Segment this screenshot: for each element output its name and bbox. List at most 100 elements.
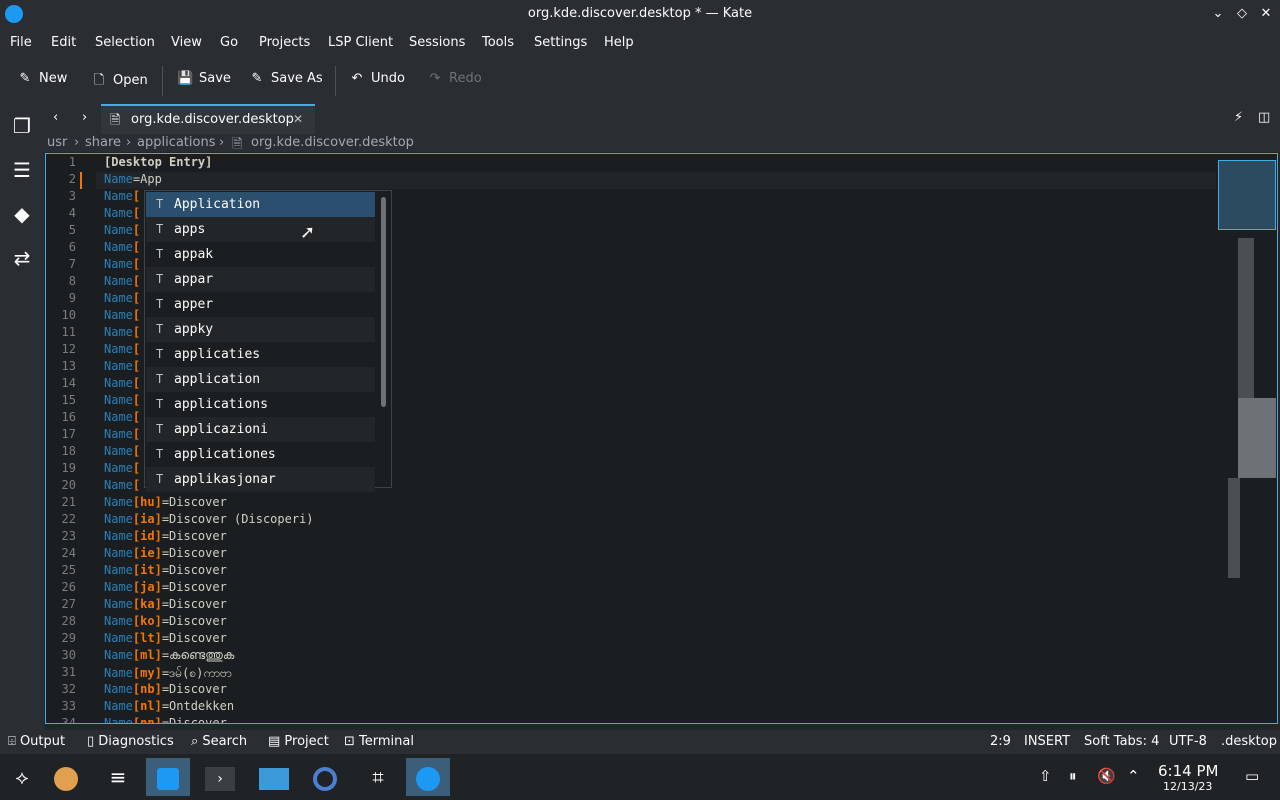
completion-item[interactable]: Tapplikasjonar xyxy=(146,467,375,492)
completion-item[interactable]: Tappky xyxy=(146,317,375,342)
menu-selection[interactable]: Selection xyxy=(95,35,155,50)
minimap-viewport[interactable] xyxy=(1218,160,1276,230)
quick-open-icon[interactable]: ⚡ xyxy=(1234,110,1243,125)
code-line[interactable]: Name[id]=Discover xyxy=(104,529,227,543)
code-line[interactable]: Name[ xyxy=(104,461,140,475)
code-line[interactable]: Name[ka]=Discover xyxy=(104,597,227,611)
maximize-icon[interactable]: ◇ xyxy=(1233,5,1251,23)
completion-item[interactable]: T Application xyxy=(146,192,375,217)
completion-item[interactable]: Tapper xyxy=(146,292,375,317)
completion-popup[interactable]: T Application Tapps Tappak Tappar Tapper Tappk… xyxy=(144,190,392,492)
undo-button[interactable]: ↶ Undo xyxy=(349,71,405,91)
completion-scrollbar[interactable] xyxy=(381,197,386,407)
konsole-icon[interactable]: › xyxy=(198,758,242,796)
menu-view[interactable]: View xyxy=(171,35,202,50)
application-launcher-icon[interactable]: ⟡ xyxy=(0,758,44,796)
close-icon[interactable]: ✕ xyxy=(1257,5,1275,23)
code-line[interactable]: Name[ja]=Discover xyxy=(104,580,227,594)
clock-date[interactable]: 12/13/23 xyxy=(1163,780,1212,793)
code-line[interactable]: Name[nl]=Ontdekken xyxy=(104,699,234,713)
show-desktop-icon[interactable]: ▭ xyxy=(1245,767,1259,785)
symbols-icon[interactable]: ⇄ xyxy=(10,246,34,270)
completion-item[interactable]: Tapplicationes xyxy=(146,442,375,467)
code-line[interactable]: Name[hu]=Discover xyxy=(104,495,227,509)
open-button[interactable]: 🗋 Open xyxy=(91,71,148,91)
completion-item[interactable]: Tappak xyxy=(146,242,375,267)
input-mode[interactable]: INSERT xyxy=(1024,734,1070,749)
code-line[interactable]: Name[my]=ဒမ်(စ)ကာဗာ xyxy=(104,665,232,683)
code-line[interactable]: Name[nb]=Discover xyxy=(104,682,227,696)
code-line[interactable]: Name[lt]=Discover xyxy=(104,631,227,645)
code-line[interactable]: Name[ia]=Discover (Discoperi) xyxy=(104,512,314,526)
code-line[interactable]: Name[ xyxy=(104,223,140,237)
code-line[interactable]: Name[nn]=Discover xyxy=(104,716,227,723)
menu-file[interactable]: File xyxy=(10,35,32,50)
git-icon[interactable]: ◆ xyxy=(10,202,34,226)
minimize-icon[interactable]: ⌄ xyxy=(1209,5,1227,23)
media-pause-icon[interactable]: ⏸ xyxy=(1069,767,1077,785)
menu-sessions[interactable]: Sessions xyxy=(409,35,465,50)
breadcrumb-item[interactable]: share xyxy=(85,135,121,150)
breadcrumb-item[interactable]: applications xyxy=(137,135,215,150)
code-line[interactable]: Name[ xyxy=(104,376,140,390)
output-tab[interactable]: ⌹ Output xyxy=(8,734,65,749)
menu-edit[interactable]: Edit xyxy=(51,35,76,50)
menu-go[interactable]: Go xyxy=(220,35,238,50)
code-line[interactable]: Name[ko]=Discover xyxy=(104,614,227,628)
menu-tools[interactable]: Tools xyxy=(482,35,514,50)
code-line[interactable]: Name[ xyxy=(104,274,140,288)
code-line[interactable]: Name[ xyxy=(104,342,140,356)
cursor-position[interactable]: 2:9 xyxy=(990,734,1011,749)
clock-time[interactable]: 6:14 PM xyxy=(1158,762,1218,780)
chromium-icon[interactable] xyxy=(303,758,347,796)
indentation-setting[interactable]: Soft Tabs: 4 xyxy=(1084,734,1159,749)
updates-icon[interactable]: ⇧ xyxy=(1039,767,1052,785)
dolphin-icon[interactable] xyxy=(252,758,296,796)
completion-item[interactable]: Tappar xyxy=(146,267,375,292)
new-button[interactable]: ✎ New xyxy=(17,71,68,91)
diagnostics-tab[interactable]: ▯ Diagnostics xyxy=(87,734,174,749)
code-line[interactable]: Name[ xyxy=(104,291,140,305)
code-line[interactable]: Name[ xyxy=(104,189,140,203)
completion-item[interactable]: Tapplicaties xyxy=(146,342,375,367)
tab-close-icon[interactable]: ✕ xyxy=(293,112,303,126)
code-line[interactable]: Name[ xyxy=(104,206,140,220)
code-line[interactable]: Name[ xyxy=(104,308,140,322)
breadcrumb-item[interactable]: org.kde.discover.desktop xyxy=(251,135,414,150)
code-line[interactable]: [Desktop Entry] xyxy=(104,155,212,169)
menu-lsp-client[interactable]: LSP Client xyxy=(328,35,393,50)
menu-projects[interactable]: Projects xyxy=(259,35,310,50)
screenshot-tool-icon[interactable]: ⌗ xyxy=(356,758,400,796)
filetype-setting[interactable]: .desktop xyxy=(1221,734,1277,749)
menu-settings[interactable]: Settings xyxy=(534,35,587,50)
search-tab[interactable]: ⌕ Search xyxy=(191,734,247,749)
menu-help[interactable]: Help xyxy=(604,35,634,50)
kate-taskbar-icon[interactable] xyxy=(406,758,450,796)
project-tab[interactable]: ▤ Project xyxy=(268,734,329,749)
volume-muted-icon[interactable]: 🔇 xyxy=(1097,767,1116,785)
save-button[interactable]: 💾 Save xyxy=(177,71,231,91)
completion-item[interactable]: Tapplicazioni xyxy=(146,417,375,442)
show-hidden-icon[interactable]: ⌃ xyxy=(1127,767,1140,785)
nav-forward-icon[interactable]: › xyxy=(82,110,87,125)
tab-org-kde-discover-desktop[interactable]: 🗎 org.kde.discover.desktop ✕ xyxy=(101,104,315,134)
code-line[interactable]: Name[ xyxy=(104,325,140,339)
split-view-icon[interactable]: ◫ xyxy=(1258,110,1270,125)
terminal-tab[interactable]: ⊡ Terminal xyxy=(344,734,414,749)
code-line[interactable]: Name=App xyxy=(104,172,162,186)
discover-icon[interactable] xyxy=(146,758,190,796)
nav-back-icon[interactable]: ‹ xyxy=(53,110,58,125)
completion-item[interactable]: Tapplication xyxy=(146,367,375,392)
projects-icon[interactable]: ☰ xyxy=(10,158,34,182)
code-line[interactable]: Name[it]=Discover xyxy=(104,563,227,577)
sunflower-app-icon[interactable] xyxy=(44,758,88,796)
code-line[interactable]: Name[ xyxy=(104,444,140,458)
encoding-setting[interactable]: UTF-8 xyxy=(1169,734,1207,749)
documents-icon[interactable]: ❐ xyxy=(10,114,34,138)
breadcrumb-item[interactable]: usr xyxy=(47,135,67,150)
completion-item[interactable]: Tapps xyxy=(146,217,375,242)
code-line[interactable]: Name[ xyxy=(104,427,140,441)
save-as-button[interactable]: ✎ Save As xyxy=(249,71,323,91)
code-line[interactable]: Name[ xyxy=(104,393,140,407)
code-line[interactable]: Name[ xyxy=(104,240,140,254)
